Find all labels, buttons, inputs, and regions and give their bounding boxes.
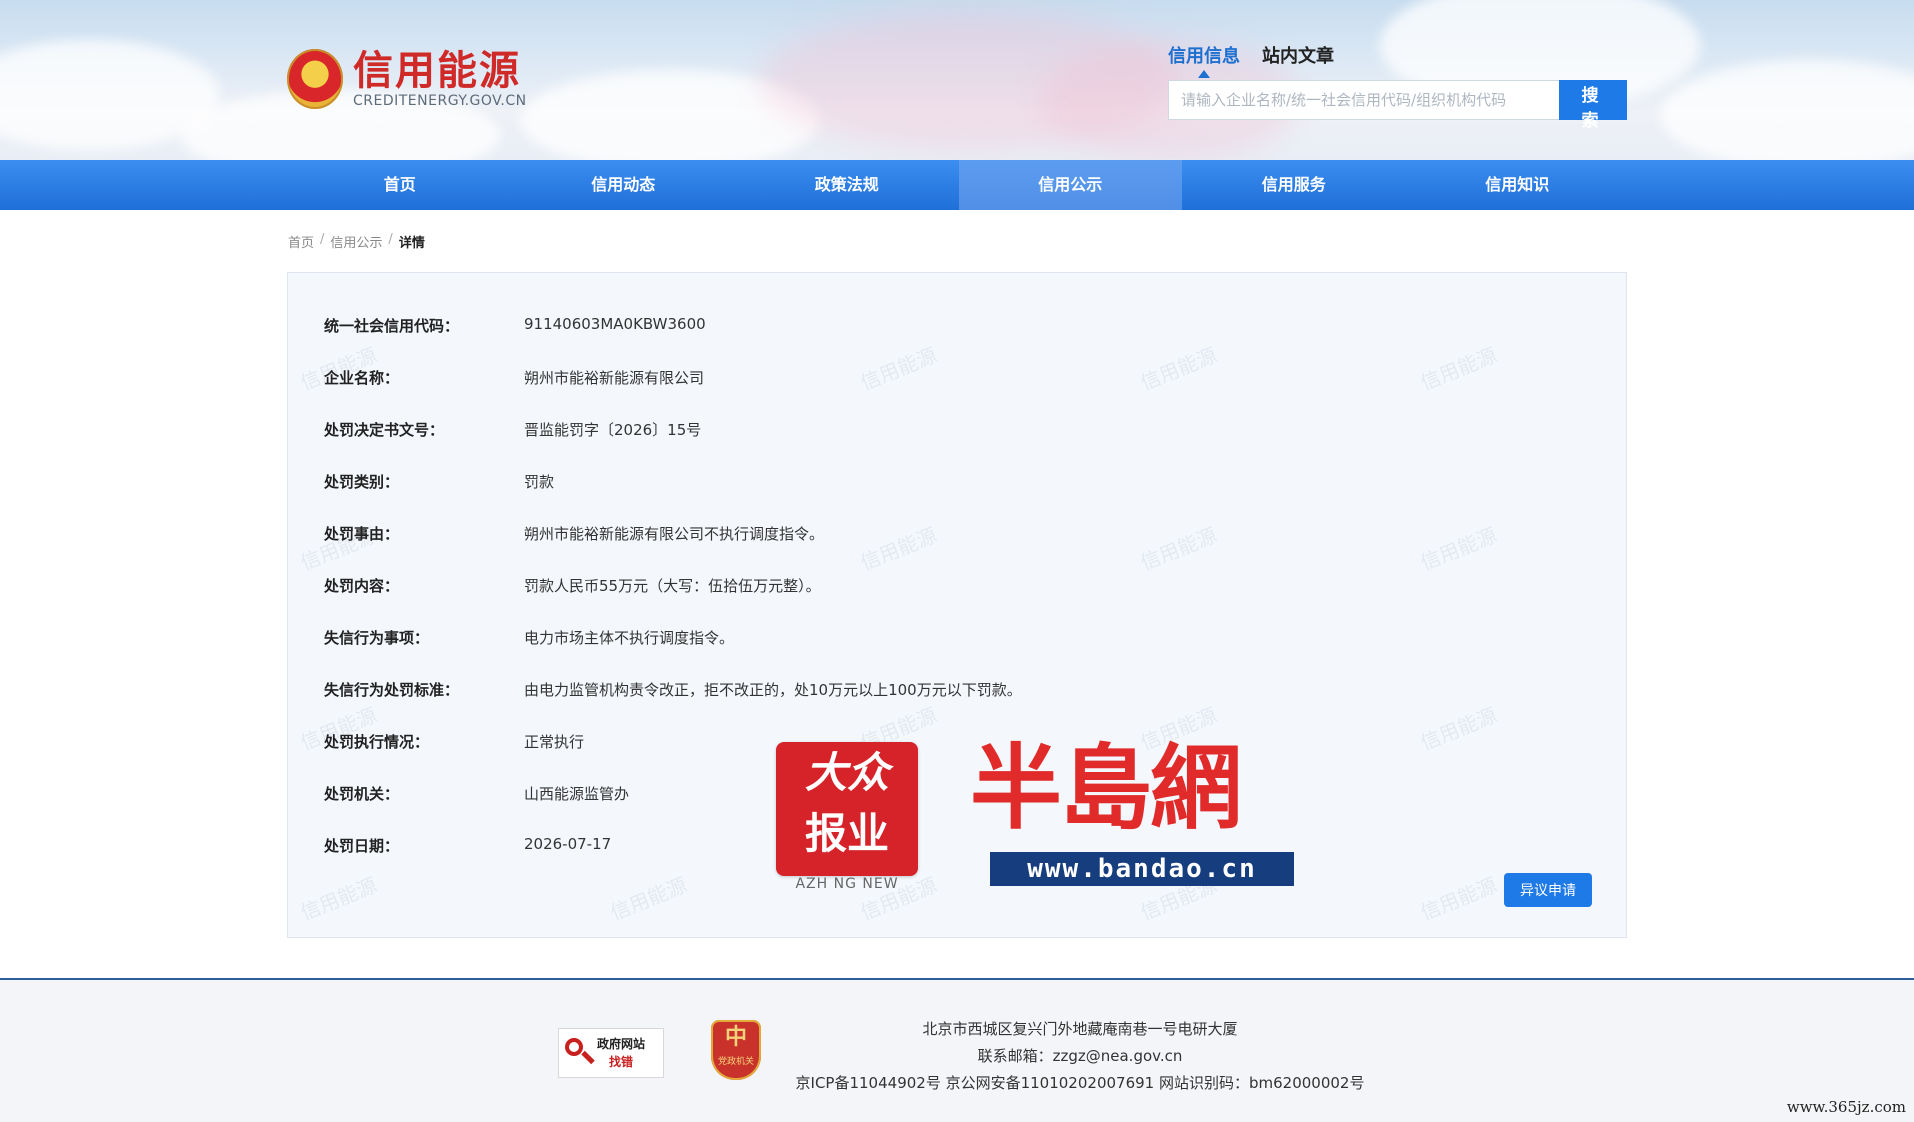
footer-icp: 京ICP备11044902号 京公网安备11010202007691 网站识别码…: [795, 1074, 1365, 1092]
watermark: 信用能源: [1416, 522, 1501, 576]
gov-badge-line1: 政府网站: [597, 1037, 646, 1051]
nav-item-credit-service[interactable]: 信用服务: [1182, 160, 1406, 210]
nav-item-policy[interactable]: 政策法规: [735, 160, 959, 210]
row-value: 山西能源监管办: [524, 785, 630, 803]
party-badge-glyph: 中: [724, 1025, 747, 1050]
detail-row-company-name: 企业名称： 朔州市能裕新能源有限公司: [324, 367, 1022, 419]
footer-address: 北京市西城区复兴门外地藏庵南巷一号电研大厦: [922, 1020, 1238, 1038]
row-label: 处罚事由：: [324, 525, 400, 543]
dazhong-logo-line1: 大众: [804, 748, 889, 797]
row-label: 处罚决定书文号：: [324, 421, 445, 439]
search-button[interactable]: 搜 索: [1559, 80, 1627, 131]
row-label: 失信行为事项：: [324, 629, 430, 647]
objection-button[interactable]: 异议申请: [1504, 873, 1592, 907]
row-value: 罚款人民币55万元（大写：伍拾伍万元整）。: [524, 577, 821, 595]
detail-row-dishonest-item: 失信行为事项： 电力市场主体不执行调度指令。: [324, 627, 1022, 679]
row-value: 2026-07-17: [524, 835, 612, 853]
bandao-url: www.bandao.cn: [990, 852, 1294, 886]
row-label: 处罚执行情况：: [324, 733, 430, 751]
breadcrumb-separator: /: [388, 232, 393, 247]
bandao-logo: 半島網: [970, 734, 1242, 842]
row-value: 罚款: [524, 473, 555, 491]
breadcrumb-separator: /: [320, 232, 325, 247]
party-gov-agency-badge[interactable]: 中 党政机关: [711, 1020, 761, 1080]
detail-row-decision-number: 处罚决定书文号： 晋监能罚字〔2026〕15号: [324, 419, 1022, 471]
row-label: 失信行为处罚标准：: [324, 681, 460, 699]
row-label: 处罚类别：: [324, 473, 400, 491]
dazhong-logo-subtitle: AZH NG NEW: [795, 876, 899, 892]
row-value: 电力市场主体不执行调度指令。: [524, 629, 735, 647]
search-box: [1168, 80, 1560, 120]
tab-site-articles[interactable]: 站内文章: [1262, 42, 1334, 68]
row-value: 朔州市能裕新能源有限公司: [524, 369, 705, 387]
search-input[interactable]: [1169, 81, 1559, 119]
footer-info: 北京市西城区复兴门外地藏庵南巷一号电研大厦 联系邮箱：zzgz@nea.gov.…: [790, 1016, 1370, 1097]
search-tabs: 信用信息 站内文章: [1168, 42, 1334, 78]
row-value: 91140603MA0KBW3600: [524, 315, 706, 333]
row-label: 企业名称：: [324, 369, 400, 387]
breadcrumb-current: 详情: [398, 236, 425, 251]
gov-badge-line2: 找错: [609, 1055, 634, 1069]
breadcrumb-credit-publicity[interactable]: 信用公示: [330, 232, 382, 251]
site-watermark: www.365jz.com: [1786, 1098, 1906, 1116]
dazhong-logo-line2: 报业: [804, 809, 889, 858]
watermark: 信用能源: [1416, 872, 1501, 926]
footer-email: 联系邮箱：zzgz@nea.gov.cn: [977, 1047, 1183, 1065]
watermark: 信用能源: [1136, 342, 1221, 396]
footer: 政府网站 找错 中 党政机关 北京市西城区复兴门外地藏庵南巷一号电研大厦 联系邮…: [0, 978, 1914, 1122]
row-label: 处罚内容：: [324, 577, 400, 595]
site-logo[interactable]: 信用能源 CREDITENERGY.GOV.CN: [287, 46, 527, 112]
detail-row-penalty-standard: 失信行为处罚标准： 由电力监管机构责令改正，拒不改正的，处10万元以上100万元…: [324, 679, 1022, 731]
nav-item-credit-publicity[interactable]: 信用公示: [958, 160, 1182, 210]
nav-item-credit-news[interactable]: 信用动态: [512, 160, 736, 210]
row-value: 正常执行: [524, 733, 585, 751]
header-banner: 信用能源 CREDITENERGY.GOV.CN 信用信息 站内文章 搜 索: [0, 0, 1914, 160]
nav-item-credit-knowledge[interactable]: 信用知识: [1406, 160, 1630, 210]
row-label: 处罚日期：: [324, 837, 400, 855]
detail-row-penalty-type: 处罚类别： 罚款: [324, 471, 1022, 523]
nav-item-home[interactable]: 首页: [288, 160, 512, 210]
national-emblem-icon: [287, 49, 343, 109]
dazhong-media-logo: 大众 报业: [776, 742, 918, 876]
watermark: 信用能源: [1416, 342, 1501, 396]
detail-row-penalty-reason: 处罚事由： 朔州市能裕新能源有限公司不执行调度指令。: [324, 523, 1022, 575]
breadcrumb: 首页 / 信用公示 / 详情: [288, 232, 425, 251]
party-badge-text: 党政机关: [717, 1057, 754, 1067]
row-value: 朔州市能裕新能源有限公司不执行调度指令。: [524, 525, 825, 543]
tab-credit-info[interactable]: 信用信息: [1168, 42, 1240, 78]
detail-row-penalty-content: 处罚内容： 罚款人民币55万元（大写：伍拾伍万元整）。: [324, 575, 1022, 627]
watermark: 信用能源: [1416, 702, 1501, 756]
detail-row-credit-code: 统一社会信用代码： 91140603MA0KBW3600: [324, 315, 1022, 367]
logo-domain: CREDITENERGY.GOV.CN: [353, 93, 527, 109]
gov-site-error-report-badge[interactable]: 政府网站 找错: [558, 1028, 664, 1078]
logo-title: 信用能源: [353, 48, 521, 94]
breadcrumb-home[interactable]: 首页: [288, 232, 314, 251]
row-value: 由电力监管机构责令改正，拒不改正的，处10万元以上100万元以下罚款。: [524, 681, 1022, 699]
row-label: 统一社会信用代码：: [324, 317, 460, 335]
row-label: 处罚机关：: [324, 785, 400, 803]
main-nav: 首页 信用动态 政策法规 信用公示 信用服务 信用知识: [0, 160, 1914, 210]
row-value: 晋监能罚字〔2026〕15号: [524, 421, 702, 439]
magnifier-icon: [563, 1036, 597, 1070]
watermark: 信用能源: [1136, 522, 1221, 576]
detail-panel: 信用能源 信用能源 信用能源 信用能源 信用能源 信用能源 信用能源 信用能源 …: [287, 272, 1627, 938]
